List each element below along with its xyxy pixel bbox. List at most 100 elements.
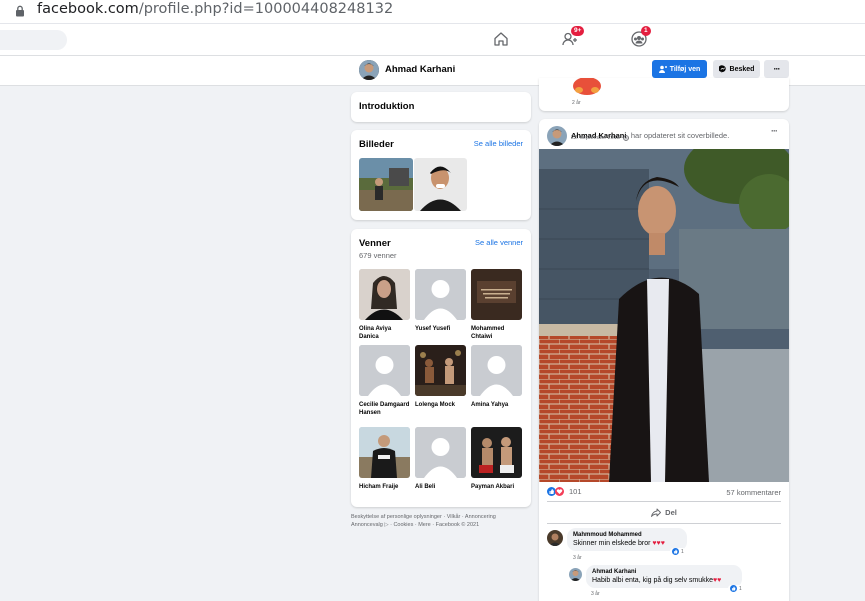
comment-reactions[interactable]: 1 — [670, 548, 686, 555]
friend-name[interactable]: Lolenga Mock — [415, 401, 466, 409]
reply-text-content: Habib albi enta, kig på dig selv smukke — [592, 577, 714, 584]
friend-tile[interactable]: Mohammed Chtaiwi — [471, 269, 522, 341]
footer-links-1[interactable]: Beskyttelse af personlige oplysninger · … — [351, 513, 531, 521]
friend-tile[interactable]: Payman Akbari — [471, 427, 522, 491]
post-meta: 22. september 2018 · — [571, 135, 630, 141]
friends-title: Venner — [359, 238, 391, 249]
message-label: Besked — [729, 65, 755, 73]
hearts-emoji-icon: ♥♥♥ — [652, 540, 665, 547]
see-all-friends-link[interactable]: Se alle venner — [475, 238, 523, 247]
friend-photo-placeholder — [471, 345, 522, 396]
sticker-image — [573, 78, 601, 95]
friend-tile[interactable]: Lolenga Mock — [415, 345, 466, 409]
reply-bubble: Ahmad Karhani Habib albi enta, kig på di… — [586, 565, 742, 588]
avatar-image — [569, 568, 582, 581]
divider — [547, 501, 781, 502]
photo-thumbnail[interactable] — [359, 158, 413, 211]
reactions-summary[interactable]: 101 — [547, 487, 582, 496]
browser-url-bar[interactable]: facebook.com/profile.php?id=100004408248… — [0, 0, 865, 24]
intro-title: Introduktion — [359, 101, 415, 112]
friend-name[interactable]: Payman Akbari — [471, 483, 522, 491]
like-reaction-icon — [730, 585, 737, 592]
reply-text: Habib albi enta, kig på dig selv smukke♥… — [592, 577, 736, 584]
friends-nav-button[interactable]: 9+ — [561, 26, 585, 48]
friend-photo — [359, 427, 410, 478]
lock-icon — [16, 5, 24, 17]
friend-photo — [471, 269, 522, 320]
facebook-top-nav: 9+ 1 — [0, 24, 865, 56]
friend-tile[interactable]: Amina Yahya — [471, 345, 522, 409]
friends-card: Venner Se alle venner 679 venner Olina A… — [351, 229, 531, 507]
photos-title: Billeder — [359, 139, 394, 150]
groups-nav-button[interactable]: 1 — [630, 26, 651, 48]
search-input[interactable] — [0, 30, 67, 50]
share-button[interactable]: Del — [547, 504, 781, 520]
post-author-avatar[interactable] — [547, 126, 567, 146]
intro-card: Introduktion — [351, 92, 531, 122]
share-label: Del — [665, 507, 677, 517]
previous-post-card: 2 år — [539, 78, 789, 111]
messenger-icon — [718, 65, 726, 73]
avatar-image — [547, 530, 563, 546]
comments-count-link[interactable]: 57 kommentarer — [726, 488, 781, 497]
friend-tile[interactable]: Yusef Yusefi — [415, 269, 466, 333]
commenter-avatar[interactable] — [547, 530, 563, 546]
photo-image — [359, 158, 413, 211]
friend-tile[interactable]: Cecilie Damgaard Hansen — [359, 345, 410, 417]
post-date[interactable]: 22. september 2018 · — [571, 135, 623, 141]
comment-text-content: Skinner min elskede bror — [573, 540, 651, 547]
friend-photo-placeholder — [359, 345, 410, 396]
add-friend-label: Tilføj ven — [669, 65, 701, 73]
reply-author-avatar[interactable] — [569, 568, 582, 581]
friend-name[interactable]: Cecilie Damgaard Hansen — [359, 401, 410, 417]
url-path: /profile.php?id=100004408248132 — [138, 1, 394, 17]
add-friend-button[interactable]: Tilføj ven — [652, 60, 707, 78]
friend-photo — [359, 269, 410, 320]
message-button[interactable]: Besked — [713, 60, 760, 78]
friend-photo — [415, 345, 466, 396]
comment-time[interactable]: 3 år — [573, 555, 582, 561]
home-icon[interactable] — [492, 30, 510, 48]
photo-image — [414, 158, 467, 211]
previous-post-time[interactable]: 2 år — [572, 100, 581, 106]
avatar-image — [359, 60, 379, 80]
photos-card: Billeder Se alle billeder — [351, 130, 531, 220]
friend-photo — [471, 427, 522, 478]
footer-links-2[interactable]: Annoncevalg ▷ · Cookies · Mere · Faceboo… — [351, 521, 531, 529]
friend-name[interactable]: Olina Aviya Danica — [359, 325, 410, 341]
reply-time[interactable]: 3 år — [591, 591, 600, 597]
comment-text: Skinner min elskede bror ♥♥♥ — [573, 540, 681, 547]
photo-thumbnail[interactable] — [414, 158, 467, 211]
friend-photo-placeholder — [415, 269, 466, 320]
post-action-text: har opdateret sit coverbillede. — [630, 131, 730, 140]
add-user-icon — [658, 65, 667, 73]
hearts-emoji-icon: ♥♥ — [713, 577, 722, 584]
friends-badge: 9+ — [571, 26, 585, 36]
comment-reaction-count: 1 — [681, 548, 684, 555]
friend-name[interactable]: Mohammed Chtaiwi — [471, 325, 522, 341]
friend-tile[interactable]: Olina Aviya Danica — [359, 269, 410, 341]
see-all-photos-link[interactable]: Se alle billeder — [474, 139, 523, 148]
friend-tile[interactable]: Ali Beli — [415, 427, 466, 491]
notifications-badge: 1 — [641, 26, 651, 36]
url-domain: facebook.com — [37, 1, 139, 17]
reply-reaction-count: 1 — [739, 585, 742, 592]
love-reaction-icon — [555, 487, 564, 496]
share-icon — [651, 508, 662, 517]
post-photo[interactable] — [539, 149, 789, 482]
friend-name[interactable]: Ali Beli — [415, 483, 466, 491]
friend-name[interactable]: Amina Yahya — [471, 401, 522, 409]
post-card: Ahmad Karhani har opdateret sit coverbil… — [539, 119, 789, 601]
friend-tile[interactable]: Hicham Fraije — [359, 427, 410, 491]
reply-reactions[interactable]: 1 — [728, 585, 744, 592]
comment-author[interactable]: Mahmmoud Mohammed — [573, 532, 681, 538]
friend-name[interactable]: Yusef Yusefi — [415, 325, 466, 333]
profile-name[interactable]: Ahmad Karhani — [385, 64, 455, 75]
profile-more-button[interactable]: ··· — [764, 60, 789, 78]
friend-name[interactable]: Hicham Fraije — [359, 483, 410, 491]
post-options-button[interactable]: ··· — [771, 126, 778, 136]
url-text[interactable]: facebook.com/profile.php?id=100004408248… — [37, 0, 393, 18]
reply-author[interactable]: Ahmad Karhani — [592, 569, 736, 575]
globe-icon — [623, 135, 630, 141]
avatar[interactable] — [359, 60, 379, 80]
